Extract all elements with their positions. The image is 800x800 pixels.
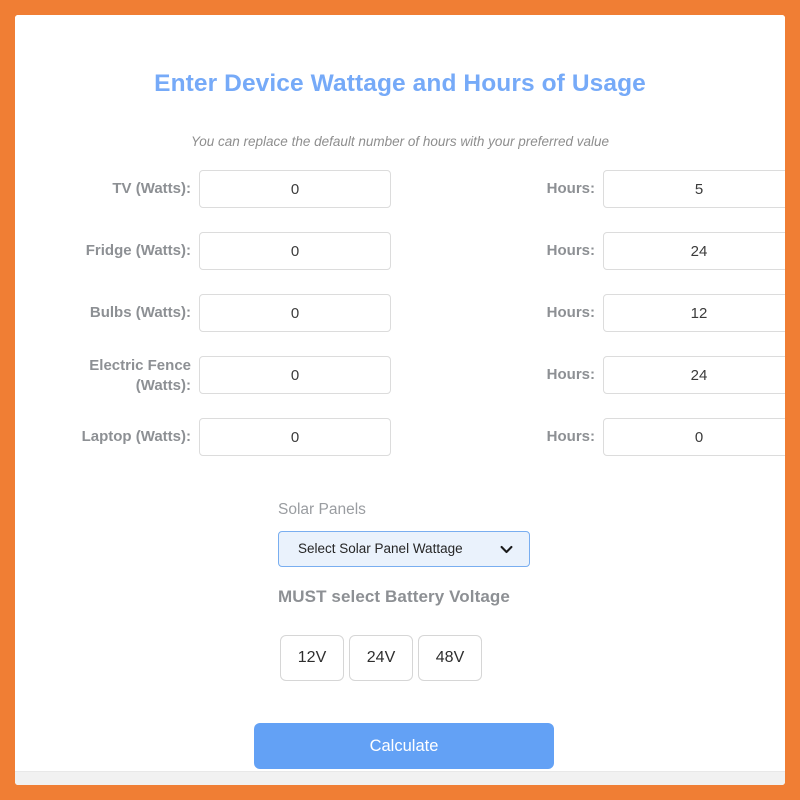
solar-panel-wattage-selected-value: Select Solar Panel Wattage — [298, 541, 463, 556]
device-hours-label: Hours: — [546, 366, 595, 383]
page-subtitle: You can replace the default number of ho… — [191, 134, 609, 149]
device-watts-label: Electric Fence (Watts): — [89, 357, 191, 394]
device-hours-input[interactable] — [603, 232, 785, 270]
device-hours-label: Hours: — [546, 180, 595, 197]
device-watts-label: Fridge (Watts): — [85, 242, 191, 259]
device-hours-label: Hours: — [546, 428, 595, 445]
device-row: Fridge (Watts): Hours: — [15, 232, 785, 294]
device-row: TV (Watts): Hours: — [15, 170, 785, 232]
device-watts-input[interactable] — [199, 418, 391, 456]
device-watts-label: Bulbs (Watts): — [89, 304, 191, 321]
card-body: Enter Device Wattage and Hours of Usage … — [15, 15, 785, 771]
device-hours-input[interactable] — [603, 418, 785, 456]
device-hours-label: Hours: — [546, 242, 595, 259]
device-rows: TV (Watts):Hours:Fridge (Watts):Hours:Bu… — [15, 170, 785, 480]
card-footer — [15, 771, 785, 785]
app-card: Enter Device Wattage and Hours of Usage … — [15, 15, 785, 785]
device-watts-input[interactable] — [199, 294, 391, 332]
device-watts-label: Laptop (Watts): — [81, 428, 191, 445]
solar-panels-label: Solar Panels — [278, 501, 366, 518]
battery-voltage-option[interactable]: 24V — [349, 635, 413, 681]
device-hours-input[interactable] — [603, 356, 785, 394]
device-hours-input[interactable] — [603, 294, 785, 332]
device-watts-label: TV (Watts): — [112, 180, 191, 197]
device-hours-label: Hours: — [546, 304, 595, 321]
calculate-button[interactable]: Calculate — [254, 723, 554, 769]
battery-voltage-title: MUST select Battery Voltage — [278, 587, 510, 606]
device-watts-input[interactable] — [199, 232, 391, 270]
device-hours-input[interactable] — [603, 170, 785, 208]
chevron-down-icon — [500, 543, 513, 556]
device-row: Laptop (Watts): Hours: — [15, 418, 785, 480]
battery-voltage-group: 12V 24V 48V — [280, 635, 482, 681]
solar-panel-wattage-select[interactable]: Select Solar Panel Wattage — [278, 531, 530, 567]
battery-voltage-option[interactable]: 12V — [280, 635, 344, 681]
device-watts-input[interactable] — [199, 356, 391, 394]
device-row: Bulbs (Watts): Hours: — [15, 294, 785, 356]
battery-voltage-option[interactable]: 48V — [418, 635, 482, 681]
device-watts-input[interactable] — [199, 170, 391, 208]
page-title: Enter Device Wattage and Hours of Usage — [154, 70, 646, 97]
device-row: Electric Fence (Watts): Hours: — [15, 356, 785, 418]
